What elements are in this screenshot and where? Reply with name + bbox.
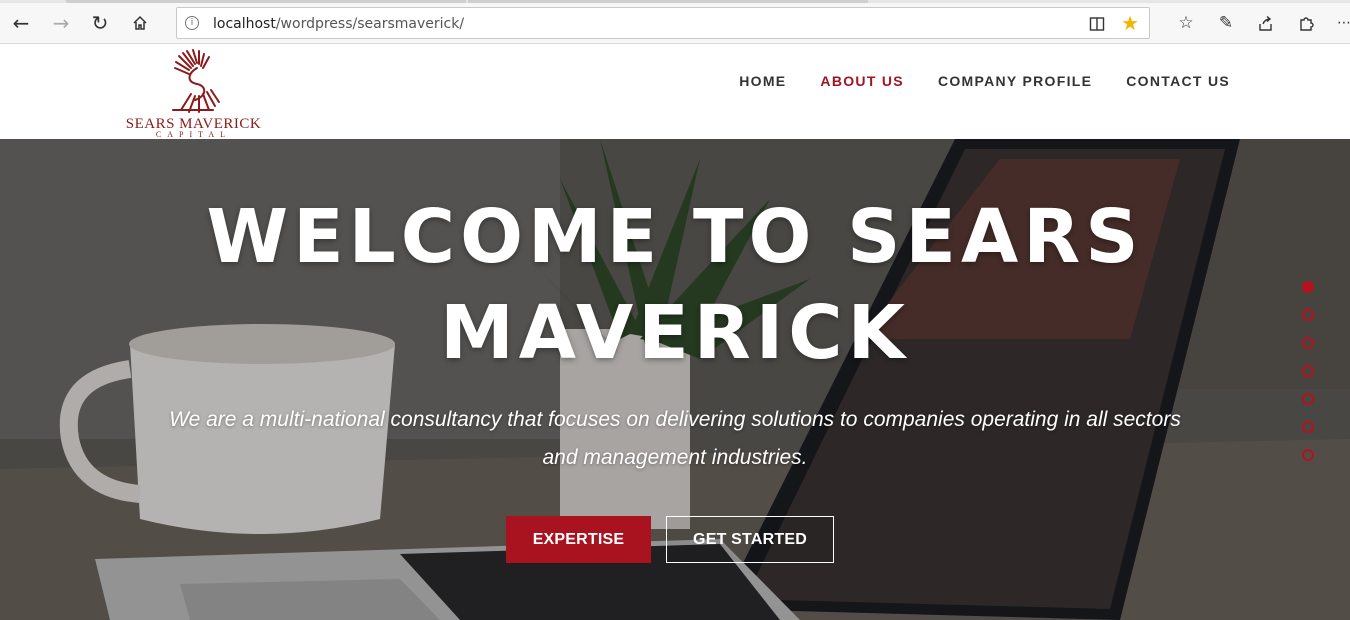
browser-toolbar: ← → ↻ i localhost/wordpress/searsmaveric… [0, 0, 1350, 44]
nav-about-us[interactable]: ABOUT US [820, 73, 904, 89]
hero-title: WELCOME TO SEARS MAVERICK [0, 189, 1350, 381]
favorite-button[interactable]: ★ [1121, 11, 1139, 35]
home-icon [133, 15, 147, 30]
more-button[interactable]: ⋯ [1330, 9, 1350, 37]
expertise-button[interactable]: EXPERTISE [506, 516, 651, 563]
slide-dot-3[interactable] [1302, 337, 1314, 349]
nav-company-profile[interactable]: COMPANY PROFILE [938, 73, 1092, 89]
slide-dot-7[interactable] [1302, 449, 1314, 461]
favorites-button[interactable]: ☆ [1172, 9, 1200, 37]
url-path: /wordpress/searsmaverick/ [275, 16, 465, 32]
forward-button[interactable]: → [46, 8, 76, 38]
slide-dot-5[interactable] [1302, 393, 1314, 405]
get-started-button[interactable]: GET STARTED [666, 516, 834, 563]
extensions-icon [1299, 16, 1314, 31]
info-icon[interactable]: i [185, 16, 199, 30]
home-button[interactable] [125, 8, 155, 38]
site-logo[interactable]: SEARS MAVERICK CAPITAL [121, 48, 266, 140]
slide-dot-6[interactable] [1302, 421, 1314, 433]
nav-contact-us[interactable]: CONTACT US [1126, 73, 1230, 89]
book-icon [1089, 17, 1105, 31]
refresh-icon: ↻ [91, 11, 109, 35]
main-nav: HOME ABOUT US COMPANY PROFILE CONTACT US [739, 73, 1230, 89]
reading-view-button[interactable] [1087, 14, 1107, 34]
hero-subtitle-line-1: We are a multi-national consultancy that… [169, 408, 1181, 431]
address-bar[interactable]: i localhost/wordpress/searsmaverick/ ★ [176, 7, 1150, 39]
site-header: SEARS MAVERICK CAPITAL HOME ABOUT US COM… [0, 44, 1350, 139]
share-icon [1258, 15, 1272, 31]
slider-pagination [1302, 281, 1314, 477]
hero-title-line-2: MAVERICK [440, 290, 910, 376]
logo-subtext: CAPITAL [155, 130, 232, 139]
slide-dot-4[interactable] [1302, 365, 1314, 377]
tab-strip [0, 0, 1350, 3]
slide-dot-1[interactable] [1302, 281, 1314, 293]
slide-dot-2[interactable] [1302, 309, 1314, 321]
refresh-button[interactable]: ↻ [85, 8, 115, 38]
notes-button[interactable]: ✎ [1212, 9, 1240, 37]
pen-icon: ✎ [1218, 13, 1234, 33]
back-button[interactable]: ← [6, 8, 36, 38]
hero-subtitle-line-2: and management industries. [542, 446, 808, 469]
hero-section: WELCOME TO SEARS MAVERICK We are a multi… [0, 139, 1350, 620]
hero-subtitle: We are a multi-national consultancy that… [100, 401, 1250, 477]
share-button[interactable] [1251, 9, 1279, 37]
favorites-icon: ☆ [1178, 13, 1194, 33]
logo-emblem-icon [172, 49, 220, 113]
more-icon: ⋯ [1337, 15, 1350, 31]
arrow-right-icon: → [52, 11, 70, 35]
hero-title-line-1: WELCOME TO SEARS [206, 194, 1144, 280]
arrow-left-icon: ← [12, 11, 30, 35]
nav-home[interactable]: HOME [739, 73, 786, 89]
url-text[interactable]: localhost/wordpress/searsmaverick/ [213, 16, 464, 32]
extensions-button[interactable] [1292, 9, 1320, 37]
url-host: localhost [213, 16, 276, 32]
star-icon: ★ [1121, 11, 1139, 35]
